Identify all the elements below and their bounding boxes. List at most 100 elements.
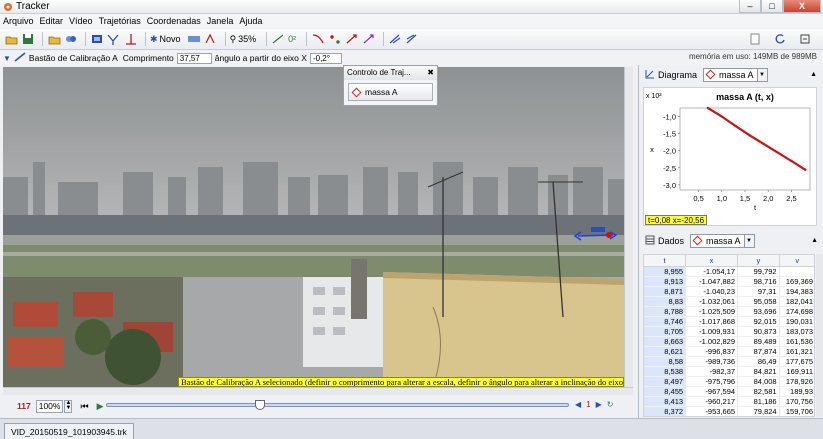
- table-track-dropdown-icon[interactable]: ▼: [744, 233, 755, 248]
- track-massa-a-button[interactable]: massa A: [348, 83, 433, 101]
- diamond-icon: [692, 235, 703, 246]
- step-back-icon[interactable]: ◀: [575, 400, 581, 409]
- table-collapse-icon[interactable]: ▲: [811, 237, 818, 244]
- frame-slider[interactable]: [106, 400, 569, 410]
- refresh-icon[interactable]: [773, 32, 787, 46]
- length-field[interactable]: [176, 52, 212, 64]
- zoom-spinner[interactable]: ▲ ▼: [64, 399, 73, 413]
- table-row[interactable]: 8,83 -1.032,061 95,058 182,041: [644, 296, 814, 307]
- close-button[interactable]: X: [783, 0, 821, 13]
- track-control-icon[interactable]: [187, 32, 201, 46]
- table-row[interactable]: 8,413 -960,217 81,186 170,756: [644, 396, 814, 407]
- plot-frame: [679, 107, 811, 191]
- calibration-menu-icon[interactable]: ▼: [3, 54, 11, 63]
- diamond-icon: [351, 87, 362, 97]
- autotracker-icon[interactable]: [204, 32, 218, 46]
- video-horizontal-scrollbar[interactable]: [3, 387, 633, 395]
- vector-sum-icon[interactable]: [388, 32, 402, 46]
- table-row[interactable]: 8,705 -1.009,931 90,873 183,073: [644, 326, 814, 337]
- plot-area[interactable]: massa A (t, x) x 10² -1,0 -1,5 -2,0 -2,5 -3,0 0…: [643, 87, 817, 226]
- menu-editar[interactable]: Editar: [40, 16, 64, 26]
- open-video-icon[interactable]: [47, 32, 61, 46]
- open-folder-icon[interactable]: [4, 32, 18, 46]
- video-vertical-scrollbar[interactable]: [624, 67, 633, 387]
- table-row[interactable]: 8,58 -989,736 86,49 177,675: [644, 356, 814, 367]
- table-cell: [779, 266, 814, 277]
- table-cell: 81,186: [737, 396, 780, 407]
- table-row[interactable]: 8,538 -982,37 84,821 169,911: [644, 366, 814, 377]
- trail-length-button[interactable]: 0²: [288, 34, 296, 44]
- table-row[interactable]: 8,497 -975,796 84,008 178,926: [644, 376, 814, 387]
- frame-number[interactable]: 117: [17, 401, 31, 411]
- angle-label: ângulo a partir do eixo X: [214, 53, 307, 63]
- table-row[interactable]: 8,788 -1.025,509 93,696 174,698: [644, 306, 814, 317]
- table-icon: [645, 235, 655, 247]
- step-forward-icon[interactable]: ▶: [596, 400, 602, 409]
- column-header-y[interactable]: y: [737, 255, 780, 267]
- minimize-button[interactable]: –: [739, 0, 761, 13]
- zoom-button[interactable]: ⚲ 35%: [230, 34, 257, 45]
- toolbar-divider: [145, 32, 146, 46]
- new-track-button[interactable]: ✱ Novo: [150, 34, 181, 45]
- table-track-select[interactable]: massa A: [690, 233, 745, 248]
- plot-track-select[interactable]: massa A: [703, 67, 758, 82]
- table-cell: -967,594: [685, 386, 739, 397]
- plot-collapse-icon[interactable]: ▲: [810, 71, 817, 78]
- slider-thumb[interactable]: [255, 400, 265, 410]
- data-table[interactable]: t x y v 8,955 -1.054,17 99,792 8,913 -1.047,…: [643, 254, 815, 417]
- table-row[interactable]: 8,663 -1.002,829 89,489 161,536: [644, 336, 814, 347]
- table-row[interactable]: 8,913 -1.047,882 98,716 169,369: [644, 276, 814, 287]
- new-track-label: Novo: [159, 34, 181, 44]
- table-row[interactable]: 8,746 -1.017,868 92,015 190,031: [644, 316, 814, 327]
- menu-coordenadas[interactable]: Coordenadas: [147, 16, 201, 26]
- track-control-close-icon[interactable]: ✖: [427, 68, 434, 78]
- table-cell: 87,874: [737, 346, 780, 357]
- axes-icon[interactable]: [107, 32, 121, 46]
- video-view[interactable]: [3, 67, 624, 387]
- maximize-button[interactable]: □: [761, 0, 783, 13]
- data-point: [804, 168, 807, 172]
- preferences-icon[interactable]: [798, 32, 812, 46]
- column-header-x[interactable]: x: [685, 255, 739, 267]
- reset-icon[interactable]: ⏮: [80, 401, 88, 412]
- table-cell: 174,698: [779, 306, 814, 317]
- import-icon[interactable]: [64, 32, 78, 46]
- trails-icon[interactable]: [271, 32, 285, 46]
- y-tick-label: -1,0: [663, 113, 676, 122]
- clip-settings-icon[interactable]: [90, 32, 104, 46]
- save-icon[interactable]: [21, 32, 35, 46]
- table-cell: 8,621: [644, 346, 687, 357]
- file-tab[interactable]: VID_20150519_101903945.trk: [4, 423, 134, 439]
- acceleration-vector-icon[interactable]: [362, 32, 376, 46]
- table-row[interactable]: 8,33-947,09179,011153,157: [644, 416, 815, 417]
- status-message: Bastão de Calibração A selecionado (defi…: [178, 377, 624, 387]
- notes-icon[interactable]: [748, 32, 762, 46]
- table-cell: 169,369: [779, 276, 814, 287]
- velocity-vector-icon[interactable]: [345, 32, 359, 46]
- table-row[interactable]: 8,621 -996,837 87,874 161,321: [644, 346, 814, 357]
- menu-arquivo[interactable]: Arquivo: [3, 16, 34, 26]
- menu-ajuda[interactable]: Ajuda: [239, 16, 262, 26]
- step-size[interactable]: 1: [586, 400, 590, 409]
- table-row[interactable]: 8,871 -1.040,23 97,31 194,383: [644, 286, 814, 297]
- angle-field[interactable]: [309, 52, 342, 64]
- calibration-icon[interactable]: [124, 32, 138, 46]
- menu-trajetorias[interactable]: Trajetórias: [99, 16, 141, 26]
- points-icon[interactable]: [328, 32, 342, 46]
- curve-icon[interactable]: [311, 32, 325, 46]
- table-row[interactable]: 8,955 -1.054,17 99,792: [644, 266, 814, 277]
- table-cell: 98,716: [737, 276, 780, 287]
- column-header-v[interactable]: v: [779, 255, 814, 267]
- table-panel-header: Dados massa A ▼ ▲: [639, 231, 823, 250]
- menu-janela[interactable]: Janela: [207, 16, 234, 26]
- table-scrollbar[interactable]: [816, 254, 823, 417]
- column-header-t[interactable]: t: [644, 255, 687, 267]
- play-icon[interactable]: ▶: [97, 401, 104, 412]
- vector-stretch-icon[interactable]: [405, 32, 419, 46]
- zoom-field[interactable]: 100%: [35, 399, 64, 413]
- loop-icon[interactable]: ↻: [607, 400, 614, 409]
- plot-track-dropdown-icon[interactable]: ▼: [757, 67, 768, 82]
- menu-video[interactable]: Vídeo: [69, 16, 93, 26]
- table-row[interactable]: 8,372 -953,665 79,824 159,706: [644, 406, 814, 416]
- table-row[interactable]: 8,455 -967,594 82,581 189,93: [644, 386, 814, 397]
